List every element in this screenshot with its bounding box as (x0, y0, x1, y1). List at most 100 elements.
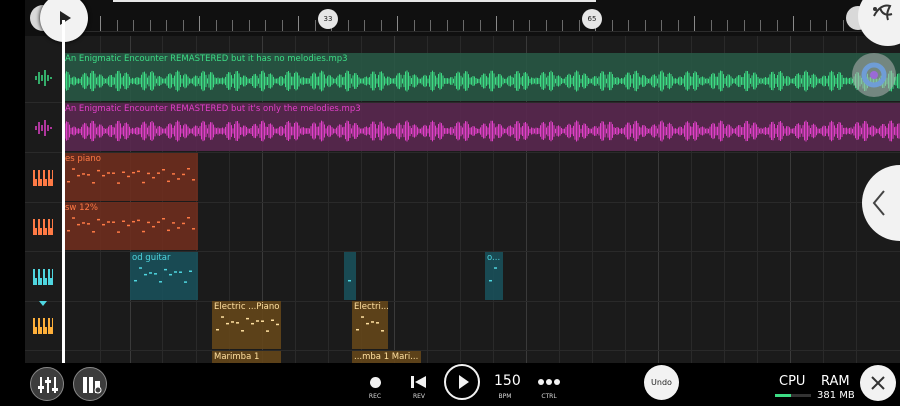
ruler-tick (611, 20, 613, 31)
midi-note (157, 172, 160, 174)
midi-note (251, 322, 254, 325)
midi-note (187, 216, 190, 219)
undo-button[interactable]: Undo (644, 365, 679, 400)
bar-marker[interactable]: 33 (318, 9, 338, 29)
mixer-button[interactable] (30, 367, 64, 401)
ruler-tick (628, 20, 629, 31)
ruler-tick (644, 20, 646, 31)
clip[interactable]: Marimba 1 (212, 351, 281, 363)
ruler-tick (496, 16, 497, 31)
clip[interactable]: Electric ...Piano (212, 301, 281, 349)
midi-note (87, 223, 90, 225)
piano-icon[interactable] (25, 301, 61, 350)
midi-note (152, 176, 155, 179)
midi-note (179, 271, 182, 273)
midi-note (122, 220, 125, 223)
midi-note (221, 316, 224, 318)
ruler-tick (430, 20, 431, 31)
close-icon (871, 376, 885, 390)
fx-wheel-button[interactable] (852, 53, 896, 97)
color-wheel-icon (861, 62, 887, 88)
ruler-tick (710, 20, 712, 31)
midi-note (127, 175, 130, 178)
clip[interactable]: Electri... (352, 301, 388, 349)
piano-icon[interactable] (25, 153, 61, 202)
clip[interactable]: An Enigmatic Encounter REMASTERED but it… (63, 53, 900, 101)
midi-notes (348, 279, 351, 282)
midi-note (67, 229, 70, 232)
clip[interactable]: An Enigmatic Encounter REMASTERED but it… (63, 103, 900, 151)
cpu-label: CPU (779, 374, 806, 389)
record-icon[interactable] (370, 377, 381, 388)
side-panel-toggle[interactable] (862, 165, 900, 241)
clip[interactable]: es piano (63, 153, 198, 201)
midi-note (162, 218, 165, 220)
ruler-tick (116, 20, 118, 31)
rewind-icon[interactable] (410, 375, 428, 389)
midi-note (182, 173, 185, 176)
ram-label: RAM (821, 374, 850, 389)
clip[interactable]: ...mba 1 Mari... (352, 351, 421, 363)
midi-note (77, 223, 80, 226)
midi-note (271, 319, 274, 322)
play-button[interactable] (444, 364, 480, 400)
ruler-tick (694, 16, 695, 31)
bar-marker[interactable]: 65 (582, 9, 602, 29)
piano-icon[interactable] (25, 202, 61, 251)
bpm-value[interactable]: 150 (494, 373, 521, 389)
midi-note (189, 270, 192, 273)
midi-note (137, 170, 140, 173)
playhead[interactable] (62, 20, 65, 363)
rev-label: REV (412, 393, 426, 400)
ruler-tick (809, 20, 811, 31)
clip[interactable] (344, 252, 356, 300)
midi-note (97, 169, 100, 172)
ruler-tick (562, 20, 563, 31)
midi-note (172, 222, 175, 224)
waveform-icon[interactable] (25, 103, 61, 152)
midi-note (92, 231, 95, 233)
midi-note (102, 223, 105, 226)
midi-note (371, 321, 374, 323)
waveform-icon[interactable] (25, 53, 61, 102)
midi-note (182, 222, 185, 225)
midi-note (361, 316, 364, 318)
midi-note (276, 323, 279, 326)
more-dots-icon[interactable] (537, 378, 561, 386)
track-lane[interactable] (25, 301, 900, 351)
cpu-meter (775, 394, 811, 397)
midi-note (256, 320, 259, 322)
piano-keys-icon (83, 377, 102, 394)
midi-note (137, 219, 140, 222)
midi-note (266, 330, 269, 332)
loop-region-bar[interactable] (113, 0, 596, 2)
midi-note (112, 221, 115, 223)
timeline-ruler[interactable]: 33 65 (25, 0, 900, 36)
midi-note (147, 172, 150, 175)
midi-note (376, 322, 379, 324)
midi-note (177, 178, 180, 180)
ruler-tick (677, 20, 679, 31)
ruler-tick (182, 20, 184, 31)
midi-note (87, 174, 90, 176)
ruler-tick (298, 16, 299, 31)
clip[interactable]: sw 12% (63, 202, 198, 250)
midi-note (172, 173, 175, 175)
close-button[interactable] (860, 365, 896, 401)
midi-note (157, 221, 160, 223)
waveform (64, 70, 900, 92)
instruments-button[interactable] (73, 367, 107, 401)
ruler-tick (232, 20, 233, 31)
ruler-tick (826, 20, 827, 31)
ruler-tick (347, 20, 349, 31)
midi-note (142, 230, 145, 233)
clip[interactable]: o... (485, 252, 503, 300)
rec-label: REC (368, 393, 382, 400)
midi-note (154, 273, 157, 275)
menu-button[interactable] (858, 0, 900, 46)
clip-label: Marimba 1 (214, 352, 260, 362)
midi-note (152, 225, 155, 228)
clip-label: An Enigmatic Encounter REMASTERED but it… (65, 104, 361, 114)
clip[interactable]: od guitar (130, 252, 198, 300)
ruler-tick (529, 20, 530, 31)
